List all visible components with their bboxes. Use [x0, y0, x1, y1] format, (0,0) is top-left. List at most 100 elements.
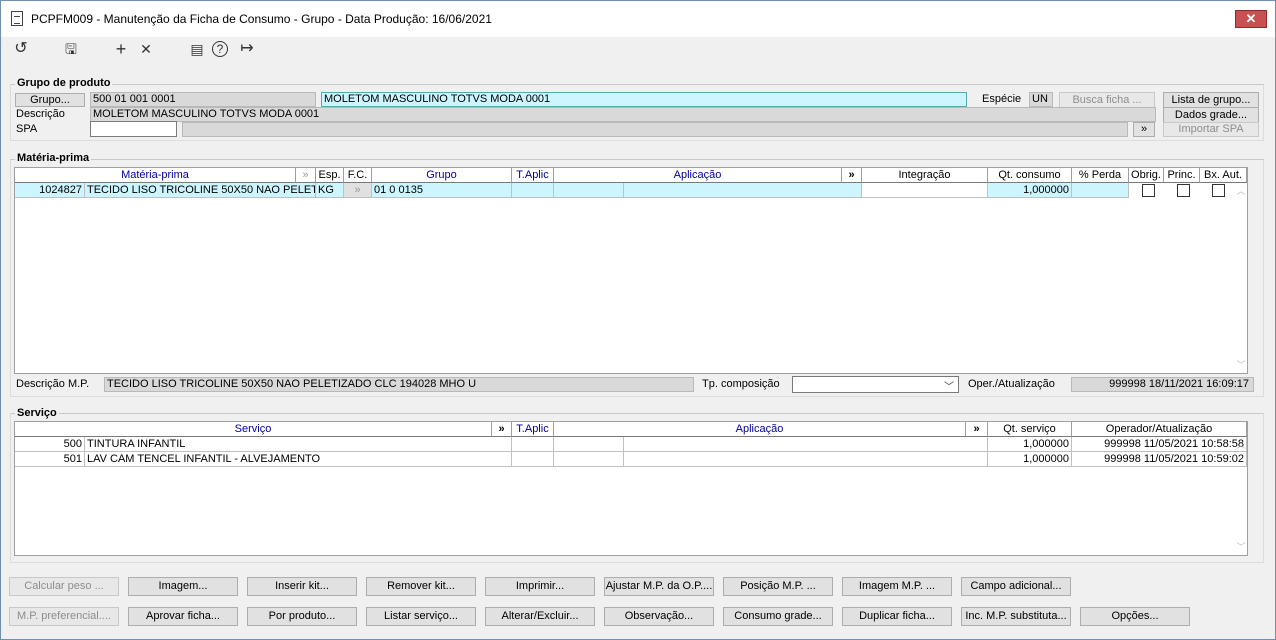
servico-aplicacao-code[interactable]	[554, 437, 624, 452]
col-servico-taplic[interactable]: T.Aplic	[512, 422, 554, 437]
refresh-icon[interactable]: ↺	[11, 39, 31, 59]
alterar-excluir-button[interactable]: Alterar/Excluir...	[485, 607, 595, 626]
imagem-mp-button[interactable]: Imagem M.P. ...	[842, 577, 952, 596]
materia-aplicacao-code[interactable]	[554, 183, 624, 198]
servico-descricao[interactable]: LAV CAM TENCEL INFANTIL - ALVEJAMENTO	[85, 452, 512, 467]
col-qt-servico[interactable]: Qt. serviço	[988, 422, 1072, 437]
importar-spa-button[interactable]: Importar SPA	[1163, 122, 1259, 137]
close-button[interactable]: ✕	[1235, 10, 1267, 28]
servico-aplicacao[interactable]	[624, 452, 988, 467]
posicao-mp-button[interactable]: Posição M.P. ...	[723, 577, 833, 596]
dados-grade-button[interactable]: Dados grade...	[1163, 107, 1259, 123]
consumo-grade-button[interactable]: Consumo grade...	[723, 607, 833, 626]
exit-icon[interactable]: ↦	[237, 39, 257, 59]
servico-aplicacao-code[interactable]	[554, 452, 624, 467]
col-integracao[interactable]: Integração	[862, 168, 988, 183]
bx-aut-checkbox[interactable]	[1212, 184, 1225, 197]
col-qt-consumo[interactable]: Qt. consumo	[988, 168, 1072, 183]
servico-codigo[interactable]: 500	[15, 437, 85, 452]
grupo-legend: Grupo de produto	[15, 77, 113, 89]
col-servico-aplicacao[interactable]: Aplicação	[554, 422, 966, 437]
document-icon	[11, 11, 23, 26]
servico-descricao[interactable]: TINTURA INFANTIL	[85, 437, 512, 452]
scroll-down-icon[interactable]: ﹀	[1234, 540, 1248, 553]
col-operador[interactable]: Operador/Atualização	[1072, 422, 1247, 437]
princ-checkbox[interactable]	[1177, 184, 1190, 197]
imprimir-button[interactable]: Imprimir...	[485, 577, 595, 596]
spa-input[interactable]	[90, 121, 177, 137]
grupo-button[interactable]: Grupo...	[15, 93, 85, 107]
obrig-checkbox[interactable]	[1142, 184, 1155, 197]
col-grupo[interactable]: Grupo	[372, 168, 512, 183]
title-bar: PCPFM009 - Manutenção da Ficha de Consum…	[0, 0, 1276, 37]
col-princ[interactable]: Princ.	[1164, 168, 1200, 183]
imagem-button[interactable]: Imagem...	[128, 577, 238, 596]
col-aplicacao[interactable]: Aplicação	[554, 168, 842, 183]
grupo-name-input[interactable]: MOLETOM MASCULINO TOTVS MODA 0001	[321, 92, 967, 107]
col-perda[interactable]: % Perda	[1072, 168, 1129, 183]
col-materia-lookup[interactable]: »	[296, 168, 316, 183]
window-title: PCPFM009 - Manutenção da Ficha de Consum…	[31, 12, 492, 26]
servico-taplic[interactable]	[512, 437, 554, 452]
spa-description-field	[182, 122, 1128, 137]
especie-label: Espécie	[982, 93, 1022, 105]
mp-preferencial-button[interactable]: M.P. preferencial....	[9, 607, 119, 626]
inserir-kit-button[interactable]: Inserir kit...	[247, 577, 357, 596]
scroll-down-icon[interactable]: ﹀	[1234, 358, 1248, 371]
col-fc[interactable]: F.C.	[344, 168, 372, 183]
col-servico[interactable]: Serviço	[15, 422, 492, 437]
toolbar: ↺ 🖫 + ✕ ▤ ? ↦	[0, 37, 1276, 64]
col-servico-nav[interactable]: »	[492, 422, 512, 437]
col-materia[interactable]: Matéria-prima	[15, 168, 296, 183]
observacao-button[interactable]: Observação...	[604, 607, 714, 626]
aprovar-ficha-button[interactable]: Aprovar ficha...	[128, 607, 238, 626]
materia-integracao[interactable]	[862, 183, 988, 198]
scroll-up-icon[interactable]: ︿	[1234, 438, 1248, 451]
delete-icon[interactable]: ✕	[136, 39, 156, 59]
materia-grupo[interactable]: 01 0 0135	[372, 183, 512, 198]
calendar-icon[interactable]: ▤	[187, 39, 207, 59]
materia-taplic[interactable]	[512, 183, 554, 198]
col-bx-aut[interactable]: Bx. Aut.	[1200, 168, 1247, 183]
grupo-code-field: 500 01 001 0001	[90, 92, 316, 107]
servico-aplicacao[interactable]	[624, 437, 988, 452]
duplicar-ficha-button[interactable]: Duplicar ficha...	[842, 607, 952, 626]
save-icon[interactable]: 🖫	[61, 39, 81, 59]
materia-perda[interactable]	[1072, 183, 1129, 198]
campo-adicional-button[interactable]: Campo adicional...	[961, 577, 1071, 596]
materia-aplicacao[interactable]	[624, 183, 862, 198]
servico-taplic[interactable]	[512, 452, 554, 467]
remover-kit-button[interactable]: Remover kit...	[366, 577, 476, 596]
servico-codigo[interactable]: 501	[15, 452, 85, 467]
materia-descricao[interactable]: TECIDO LISO TRICOLINE 50X50 NAO PELETIZA…	[85, 183, 316, 198]
fc-lookup-button[interactable]: »	[344, 183, 372, 198]
descricao-mp-label: Descrição M.P.	[16, 378, 90, 390]
servico-grid: Serviço » T.Aplic Aplicação » Qt. serviç…	[14, 421, 1248, 556]
help-icon[interactable]: ?	[212, 41, 228, 57]
calcular-peso-button[interactable]: Calcular peso ...	[9, 577, 119, 596]
lista-grupo-button[interactable]: Lista de grupo...	[1163, 92, 1259, 108]
opcoes-button[interactable]: Opções...	[1080, 607, 1190, 626]
spa-nav-button[interactable]: »	[1133, 122, 1155, 137]
servico-qt[interactable]: 1,000000	[988, 452, 1072, 467]
scroll-up-icon[interactable]: ︿	[1234, 184, 1248, 197]
spa-label: SPA	[16, 123, 38, 135]
busca-ficha-button[interactable]: Busca ficha ...	[1059, 92, 1155, 108]
materia-codigo[interactable]: 1024827	[15, 183, 85, 198]
listar-servico-button[interactable]: Listar serviço...	[366, 607, 476, 626]
servico-qt[interactable]: 1,000000	[988, 437, 1072, 452]
por-produto-button[interactable]: Por produto...	[247, 607, 357, 626]
materia-esp[interactable]: KG	[316, 183, 344, 198]
col-aplicacao-nav[interactable]: »	[842, 168, 862, 183]
add-icon[interactable]: +	[111, 39, 131, 59]
col-esp[interactable]: Esp.	[316, 168, 344, 183]
inc-mp-substituta-button[interactable]: Inc. M.P. substituta...	[961, 607, 1071, 626]
col-obrig[interactable]: Obrig.	[1129, 168, 1164, 183]
servico-oper[interactable]: 999998 11/05/2021 10:59:02	[1072, 452, 1247, 467]
servico-oper[interactable]: 999998 11/05/2021 10:58:58	[1072, 437, 1247, 452]
col-taplic[interactable]: T.Aplic	[512, 168, 554, 183]
materia-qt[interactable]: 1,000000	[988, 183, 1072, 198]
col-servico-aplicacao-nav[interactable]: »	[966, 422, 988, 437]
ajustar-mp-button[interactable]: Ajustar M.P. da O.P....	[604, 577, 714, 596]
tp-composicao-select[interactable]: ﹀	[792, 376, 959, 393]
